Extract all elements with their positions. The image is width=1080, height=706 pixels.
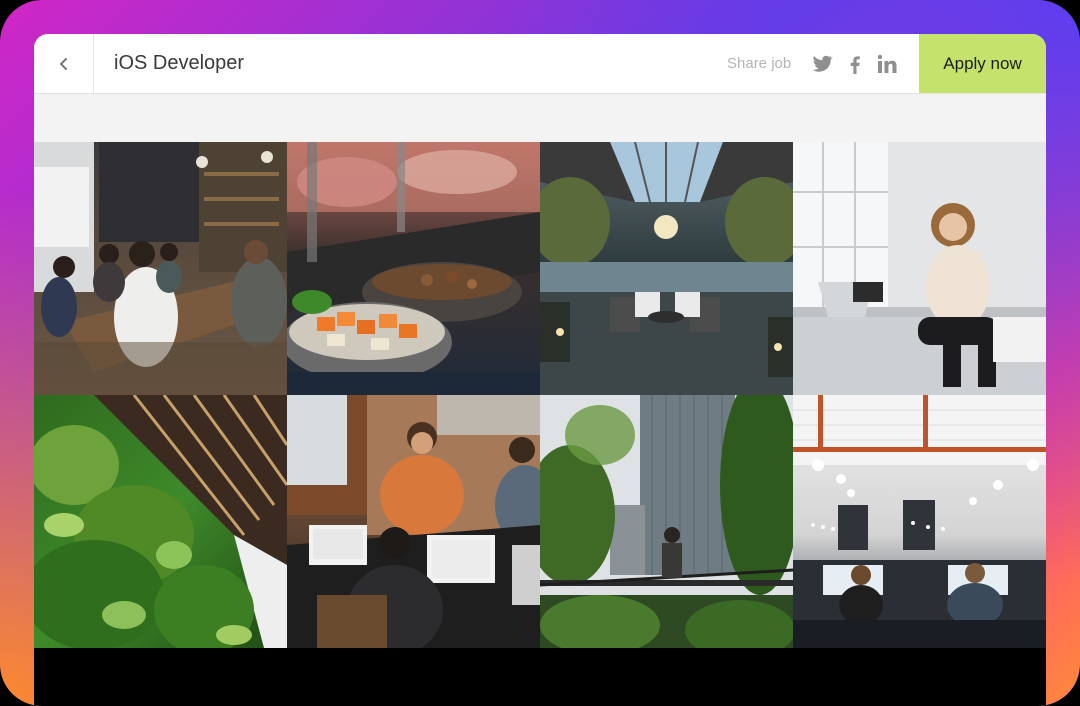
- bottom-panel: [34, 648, 1046, 706]
- facebook-icon[interactable]: [843, 52, 867, 76]
- open-office-photo: [793, 395, 1046, 648]
- city-rooftop-photo: [540, 395, 793, 648]
- food-buffet-photo: [287, 142, 540, 395]
- job-title: iOS Developer: [114, 52, 245, 74]
- living-plant-wall-photo: [34, 395, 287, 648]
- back-button[interactable]: [34, 34, 94, 93]
- woman-working-window-photo: [793, 142, 1046, 395]
- device-frame: iOS Developer Share job Apply now: [0, 0, 1080, 706]
- chevron-left-icon: [59, 57, 67, 70]
- linkedin-icon[interactable]: [875, 52, 899, 76]
- apply-now-button[interactable]: Apply now: [919, 34, 1046, 93]
- app-window: iOS Developer Share job Apply now: [34, 34, 1046, 706]
- photo-gallery: [34, 142, 1046, 648]
- twitter-icon[interactable]: [810, 52, 834, 76]
- atrium-lounge-photo: [540, 142, 793, 395]
- cafe-team-meeting-photo: [34, 142, 287, 395]
- header-bar: iOS Developer Share job Apply now: [34, 34, 1046, 94]
- coworkers-laptops-photo: [287, 395, 540, 648]
- share-job-label: Share job: [727, 55, 792, 72]
